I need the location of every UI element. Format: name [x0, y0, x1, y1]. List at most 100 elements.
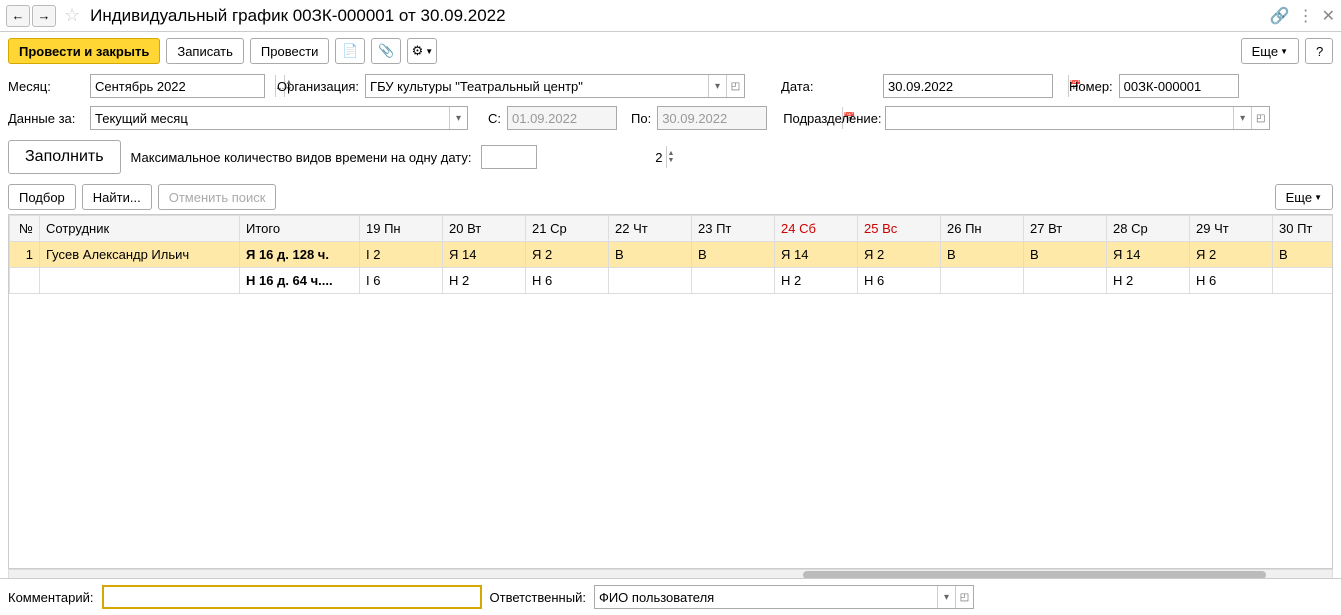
- cell-day[interactable]: Н 2: [1107, 268, 1190, 294]
- nav-forward-button[interactable]: →: [32, 5, 56, 27]
- cell-employee[interactable]: [40, 268, 240, 294]
- data-for-input[interactable]: [91, 107, 449, 129]
- max-types-spinner[interactable]: ▲▼: [666, 146, 674, 168]
- org-field[interactable]: ▾ ◰: [365, 74, 745, 98]
- save-button[interactable]: Записать: [166, 38, 244, 64]
- col-day-header[interactable]: 29 Чт: [1190, 216, 1273, 242]
- cell-day[interactable]: Н 2: [775, 268, 858, 294]
- cell-total[interactable]: Н 16 д. 64 ч....: [240, 268, 360, 294]
- cell-day[interactable]: [941, 268, 1024, 294]
- cell-day[interactable]: Н 2: [443, 268, 526, 294]
- cell-num[interactable]: 1: [10, 242, 40, 268]
- menu-dots-icon[interactable]: ⋮: [1298, 6, 1314, 26]
- post-button[interactable]: Провести: [250, 38, 330, 64]
- cell-day[interactable]: В: [692, 242, 775, 268]
- cell-day[interactable]: [1024, 268, 1107, 294]
- cell-day[interactable]: Я 14: [1107, 242, 1190, 268]
- schedule-table[interactable]: № Сотрудник Итого 19 Пн 20 Вт 21 Ср 22 Ч…: [9, 215, 1333, 294]
- cell-day[interactable]: Н 6: [1190, 268, 1273, 294]
- close-icon[interactable]: ✕: [1322, 6, 1335, 26]
- responsible-label: Ответственный:: [490, 590, 586, 605]
- responsible-input[interactable]: [595, 586, 937, 608]
- col-day-header[interactable]: 26 Пн: [941, 216, 1024, 242]
- table-container: № Сотрудник Итого 19 Пн 20 Вт 21 Ср 22 Ч…: [8, 214, 1333, 569]
- col-num-header[interactable]: №: [10, 216, 40, 242]
- col-day-header[interactable]: 27 Вт: [1024, 216, 1107, 242]
- post-and-close-button[interactable]: Провести и закрыть: [8, 38, 160, 64]
- comment-input[interactable]: [104, 587, 480, 607]
- date-field[interactable]: 📅: [883, 74, 1053, 98]
- cell-day[interactable]: Я 14: [775, 242, 858, 268]
- nav-back-button[interactable]: ←: [6, 5, 30, 27]
- attach-button[interactable]: 📎: [371, 38, 401, 64]
- col-employee-header[interactable]: Сотрудник: [40, 216, 240, 242]
- dept-field[interactable]: ▾ ◰: [885, 106, 1270, 130]
- dept-input[interactable]: [886, 107, 1233, 129]
- settings-button[interactable]: ⚙▼: [407, 38, 437, 64]
- select-button[interactable]: Подбор: [8, 184, 76, 210]
- data-for-field[interactable]: ▾: [90, 106, 468, 130]
- cell-day[interactable]: Н 6: [526, 268, 609, 294]
- cell-day[interactable]: [609, 268, 692, 294]
- cell-day[interactable]: Я 2: [858, 242, 941, 268]
- form-row-1: Месяц: ... ▲▼ Организация: ▾ ◰ Дата: 📅 Н…: [0, 70, 1341, 102]
- cell-day[interactable]: В: [1024, 242, 1107, 268]
- dept-dropdown-button[interactable]: ▾: [1233, 107, 1251, 129]
- org-open-button[interactable]: ◰: [726, 75, 744, 97]
- number-input[interactable]: [1120, 75, 1304, 97]
- col-day-header[interactable]: 22 Чт: [609, 216, 692, 242]
- data-for-dropdown-button[interactable]: ▾: [449, 107, 467, 129]
- col-day-header[interactable]: 30 Пт: [1273, 216, 1334, 242]
- cell-day[interactable]: Я 2: [526, 242, 609, 268]
- cancel-search-button: Отменить поиск: [158, 184, 277, 210]
- cell-num[interactable]: [10, 268, 40, 294]
- month-input[interactable]: [91, 75, 275, 97]
- cell-day[interactable]: [1273, 268, 1334, 294]
- comment-field[interactable]: [102, 585, 482, 609]
- link-icon[interactable]: 🔗: [1270, 6, 1290, 26]
- dept-open-button[interactable]: ◰: [1251, 107, 1269, 129]
- col-day-header[interactable]: 19 Пн: [360, 216, 443, 242]
- table-more-button[interactable]: Еще ▼: [1275, 184, 1333, 210]
- fill-button[interactable]: Заполнить: [8, 140, 121, 174]
- responsible-dropdown-button[interactable]: ▾: [937, 586, 955, 608]
- cell-day[interactable]: В: [609, 242, 692, 268]
- org-input[interactable]: [366, 75, 708, 97]
- find-button[interactable]: Найти...: [82, 184, 152, 210]
- responsible-open-button[interactable]: ◰: [955, 586, 973, 608]
- cell-employee[interactable]: Гусев Александр Ильич: [40, 242, 240, 268]
- max-types-field[interactable]: ▲▼: [481, 145, 537, 169]
- cell-total[interactable]: Я 16 д. 128 ч.: [240, 242, 360, 268]
- cell-day[interactable]: В: [941, 242, 1024, 268]
- col-day-header[interactable]: 24 Сб: [775, 216, 858, 242]
- cell-day[interactable]: Я 2: [1190, 242, 1273, 268]
- table-row[interactable]: 1Гусев Александр ИльичЯ 16 д. 128 ч.I 2Я…: [10, 242, 1334, 268]
- cell-day[interactable]: I 2: [360, 242, 443, 268]
- col-day-header[interactable]: 20 Вт: [443, 216, 526, 242]
- col-day-header[interactable]: 25 Вс: [858, 216, 941, 242]
- action-row: Подбор Найти... Отменить поиск Еще ▼: [0, 180, 1341, 214]
- date-input[interactable]: [884, 75, 1068, 97]
- cell-day[interactable]: В: [1273, 242, 1334, 268]
- arrow-right-icon: →: [38, 8, 51, 23]
- cell-day[interactable]: [692, 268, 775, 294]
- col-total-header[interactable]: Итого: [240, 216, 360, 242]
- col-day-header[interactable]: 21 Ср: [526, 216, 609, 242]
- table-row[interactable]: Н 16 д. 64 ч....I 6Н 2Н 6Н 2Н 6Н 2Н 6: [10, 268, 1334, 294]
- responsible-field[interactable]: ▾ ◰: [594, 585, 974, 609]
- cell-day[interactable]: Я 14: [443, 242, 526, 268]
- from-field: 📅: [507, 106, 617, 130]
- star-icon[interactable]: ☆: [64, 5, 80, 26]
- col-day-header[interactable]: 23 Пт: [692, 216, 775, 242]
- cell-day[interactable]: I 6: [360, 268, 443, 294]
- more-button[interactable]: Еще ▼: [1241, 38, 1299, 64]
- month-field[interactable]: ... ▲▼: [90, 74, 265, 98]
- number-field[interactable]: [1119, 74, 1239, 98]
- col-day-header[interactable]: 28 Ср: [1107, 216, 1190, 242]
- cell-day[interactable]: Н 6: [858, 268, 941, 294]
- help-button[interactable]: ?: [1305, 38, 1333, 64]
- report-button[interactable]: 📄: [335, 38, 365, 64]
- chevron-down-icon: ▼: [1280, 47, 1288, 56]
- max-types-input[interactable]: [482, 146, 666, 168]
- org-dropdown-button[interactable]: ▾: [708, 75, 726, 97]
